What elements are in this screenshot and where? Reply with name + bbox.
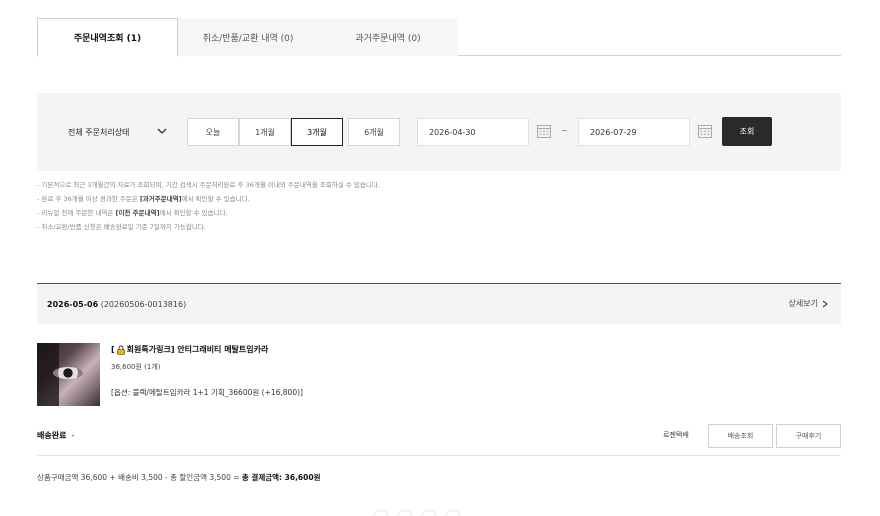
start-date-input[interactable]: 2026-04-30 bbox=[417, 118, 529, 146]
notice-item: - 기본적으로 최근 3개월간의 자료가 조회되며, 기간 검색시 주문처리완료… bbox=[37, 181, 380, 189]
tab-past-orders[interactable]: 과거주문내역 (0) bbox=[318, 18, 458, 56]
order-date: 2026-05-06 bbox=[47, 299, 99, 309]
order-detail-link[interactable]: 상세보기 bbox=[789, 298, 829, 309]
product-name[interactable]: [ 회원특가링크] 안티그래비티 메탈트임카라 bbox=[111, 344, 268, 355]
order-header: 2026-05-06 (20260506-0013816) 상세보기 bbox=[37, 283, 841, 324]
order-status-select-value: 전체 주문처리상태 bbox=[68, 127, 130, 137]
period-1month-button[interactable]: 1개월 bbox=[239, 118, 291, 146]
divider bbox=[37, 455, 841, 456]
product-price: 36,600원 (1개) bbox=[111, 363, 161, 371]
pagination-button[interactable] bbox=[396, 510, 414, 516]
notice-list: - 기본적으로 최근 3개월간의 자료가 조회되며, 기간 검색시 주문처리완료… bbox=[37, 178, 380, 234]
date-range-separator: ~ bbox=[561, 126, 568, 135]
track-shipment-button[interactable]: 배송조회 bbox=[708, 424, 773, 448]
period-today-button[interactable]: 오늘 bbox=[187, 118, 239, 146]
notice-item: - 리뉴얼 전에 주문한 내역은 [이전 주문내역]에서 확인할 수 있습니다. bbox=[37, 209, 228, 217]
order-detail-label: 상세보기 bbox=[788, 299, 818, 308]
search-button[interactable]: 조회 bbox=[722, 117, 772, 146]
product-thumbnail[interactable] bbox=[37, 343, 100, 406]
shipping-status: 배송완료 - bbox=[37, 431, 75, 440]
lock-icon bbox=[116, 345, 125, 355]
write-review-button[interactable]: 구매후기 bbox=[776, 424, 841, 448]
order-tabs: 주문내역조회 (1) 취소/반품/교환 내역 (0) 과거주문내역 (0) bbox=[37, 18, 841, 57]
period-3months-button[interactable]: 3개월 bbox=[291, 118, 343, 146]
pagination-button[interactable] bbox=[372, 510, 390, 516]
pagination bbox=[372, 510, 512, 516]
notice-item: - 취소/교환/반품 신청은 배송완료일 기준 7일까지 가능합니다. bbox=[37, 223, 206, 231]
notice-item: - 완료 후 36개월 이상 경과한 주문은 [과거주문내역]에서 확인할 수 … bbox=[37, 195, 250, 203]
tab-cancel-return-exchange[interactable]: 취소/반품/교환 내역 (0) bbox=[178, 18, 318, 56]
calendar-icon[interactable] bbox=[697, 123, 713, 139]
chevron-right-icon bbox=[822, 300, 828, 307]
carrier-name: 로젠택배 bbox=[663, 431, 689, 439]
period-6months-button[interactable]: 6개월 bbox=[348, 118, 400, 146]
product-option: [옵션: 블랙/메탈트임카라 1+1 기획_36600원 (+16,800)] bbox=[111, 388, 303, 397]
calendar-icon[interactable] bbox=[536, 123, 552, 139]
payment-summary: 상품구매금액 36,600 + 배송비 3,500 - 총 할인금액 3,500… bbox=[37, 473, 321, 482]
pagination-button[interactable] bbox=[444, 510, 462, 516]
end-date-input[interactable]: 2026-07-29 bbox=[578, 118, 690, 146]
search-filter-panel: 전체 주문처리상태 오늘 1개월 3개월 6개월 2026-04-30 ~ 20… bbox=[37, 93, 841, 171]
order-number: (20260506-0013816) bbox=[100, 299, 187, 309]
past-orders-link-text: [과거주문내역] bbox=[139, 195, 182, 203]
chevron-down-icon bbox=[157, 128, 167, 134]
order-status-select[interactable]: 전체 주문처리상태 bbox=[60, 118, 174, 146]
previous-orders-link-text: [이전 주문내역] bbox=[115, 209, 160, 217]
tab-order-history[interactable]: 주문내역조회 (1) bbox=[37, 18, 178, 57]
pagination-button[interactable] bbox=[420, 510, 438, 516]
